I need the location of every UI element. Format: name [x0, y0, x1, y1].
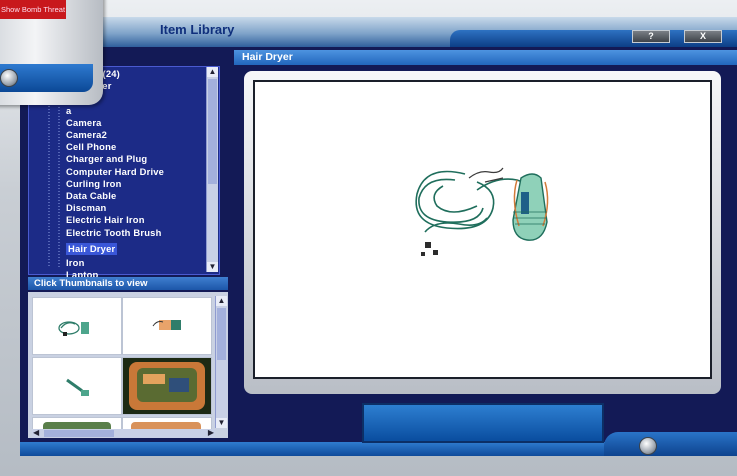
xray-viewer[interactable]	[253, 80, 712, 379]
scroll-thumb[interactable]	[217, 308, 226, 360]
hair-dryer-thumb-image	[58, 321, 89, 336]
thumbnail[interactable]	[32, 297, 122, 355]
bottom-tab	[604, 432, 737, 456]
thumbs-vertical-scrollbar[interactable]: ▲ ▼	[215, 296, 227, 428]
viewer-info-panel	[362, 403, 604, 443]
scroll-left-icon[interactable]: ◀	[33, 428, 39, 437]
thumbnail[interactable]	[122, 297, 212, 355]
tree-item[interactable]: Discman	[66, 202, 206, 214]
tree-item[interactable]: Curling Iron	[66, 178, 206, 190]
tree-item[interactable]: Charger and Plug	[66, 153, 206, 165]
scroll-up-icon[interactable]: ▲	[216, 296, 227, 306]
scroll-up-icon[interactable]: ▲	[207, 67, 218, 77]
viewer-title: Hair Dryer	[234, 50, 737, 65]
power-button-icon[interactable]	[639, 437, 657, 455]
widget-power-icon[interactable]	[0, 69, 18, 87]
thumbnail[interactable]	[32, 357, 122, 415]
tree-item[interactable]: Data Cable	[66, 190, 206, 202]
scroll-down-icon[interactable]: ▼	[216, 418, 227, 428]
help-button[interactable]: ?	[632, 30, 670, 43]
tree-item-selected[interactable]: Hair Dryer	[66, 242, 118, 256]
tree-scrollbar[interactable]: ▲ ▼	[206, 67, 218, 272]
tree-item[interactable]: Camera2	[66, 129, 206, 141]
cable-thumb-image	[66, 378, 89, 396]
scroll-thumb[interactable]	[44, 430, 114, 437]
tree-item[interactable]: a	[66, 105, 206, 117]
tree-item[interactable]: Iron	[66, 257, 206, 269]
tree-item[interactable]: Camera	[66, 117, 206, 129]
hair-dryer-xray-image	[415, 167, 549, 256]
thumbnail[interactable]	[122, 357, 212, 415]
thumbnails-header: Click Thumbnails to view	[28, 277, 228, 290]
thumbnails-panel: ▲ ▼ ◀ ▶	[28, 292, 228, 438]
tree-item[interactable]: Electric Hair Iron	[66, 214, 206, 226]
charger-thumb-image	[152, 320, 181, 330]
bomb-threat-button[interactable]: Show Bomb Threat	[0, 0, 66, 19]
thumbs-horizontal-scrollbar[interactable]: ◀ ▶	[32, 428, 215, 438]
scroll-down-icon[interactable]: ▼	[207, 262, 218, 272]
scroll-right-icon[interactable]: ▶	[208, 428, 214, 437]
scroll-thumb[interactable]	[208, 79, 217, 184]
bag-thumb-image	[129, 362, 205, 410]
tree-item[interactable]: Cell Phone	[66, 141, 206, 153]
overlay-widget: Show Bomb Threat	[0, 0, 103, 105]
tree-item[interactable]: Electric Tooth Brush	[66, 227, 206, 239]
window-title: Item Library	[160, 22, 235, 37]
tree-item[interactable]: Computer Hard Drive	[66, 166, 206, 178]
close-button[interactable]: X	[684, 30, 722, 43]
